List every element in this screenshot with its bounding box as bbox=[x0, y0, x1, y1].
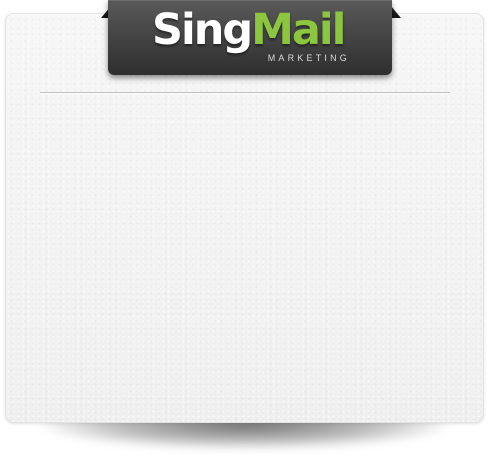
brand-tagline: MARKETING bbox=[267, 53, 350, 63]
login-card-container: SingMail MARKETING bbox=[0, 0, 490, 467]
ribbon-fold-right bbox=[391, 6, 401, 18]
brand-logo: SingMail bbox=[152, 5, 346, 55]
brand-name-part2: Mail bbox=[251, 5, 346, 55]
logo-tab: SingMail MARKETING bbox=[108, 0, 392, 75]
header-divider bbox=[40, 92, 450, 93]
brand-name-part1: Sing bbox=[152, 5, 253, 55]
